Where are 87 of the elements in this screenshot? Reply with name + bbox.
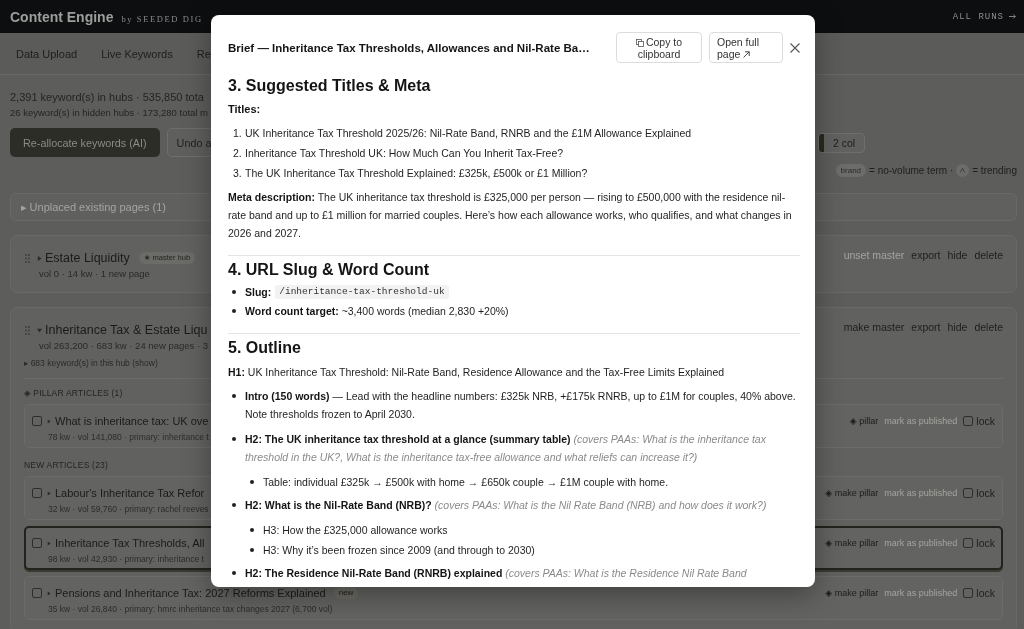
list-item-text: H3: How the £325,000 allowance works [263,523,449,538]
arrow-right-icon [1009,14,1016,19]
bullet-icon [250,480,254,484]
lock-label: lock [976,415,995,427]
list-item-text: H2: What is the Nil-Rate Band (NRB)? (covers PAAs: What is the Nil Rate Band (NRB) and how does it work?) [245,498,768,513]
bullet-icon [232,290,236,294]
copy-button[interactable]: Copy to clipboard [616,32,702,63]
view-toggle-option[interactable] [819,133,824,152]
copy-icon [635,38,644,47]
runs-menu[interactable]: ALL RUNS [952,11,1016,22]
paragraph: H1: UK Inheritance Tax Threshold: Nil-Rate Band, Residence Allowance and the Tax-Free Limits Explained [228,365,726,380]
pillar-button[interactable]: ◈ pillar [849,416,879,426]
close-icon[interactable] [790,42,800,53]
article-title: Inheritance Tax Thresholds, All [55,536,205,551]
caret-right-icon[interactable] [47,540,51,546]
lock-label: lock [976,487,995,499]
article-title: Labour's Inheritance Tax Refor [55,486,205,501]
caret-right-icon[interactable] [47,590,51,596]
bullet-icon [232,503,236,507]
item-label: Slug: [245,285,272,300]
bullet-icon [250,528,254,532]
view-toggle-option[interactable]: 2 col [824,133,865,152]
unplaced-pages-toggle[interactable]: ▸ Unplaced existing pages (1) [21,200,166,214]
hub-action-link[interactable]: hide [947,320,968,334]
caret-right-icon[interactable] [47,418,51,424]
article-title: What is inheritance tax: UK ove [55,414,209,429]
list-number: 2. [232,146,243,161]
hub-action-link[interactable]: delete [974,320,1003,334]
legend-text: = trending [972,165,1017,176]
bullet-icon [232,309,236,313]
code-snippet: /inheritance-tax-threshold-uk [275,285,449,299]
hub-title: Inheritance Tax & Estate Liqu [45,322,208,339]
section-heading: 5. Outline [228,338,302,358]
title-suggestion: The UK Inheritance Tax Threshold Explained: £325k, £500k or £1 Million? [245,166,588,181]
hub-action-link[interactable]: make master [843,320,905,334]
pillar-button[interactable]: ◈ make pillar [825,538,879,548]
list-item-text: Intro (150 words) — Lead with the headline numbers: £325k NRB, +£175k RNRB, up to £1M for couples, 40% above. Note thresholds frozen to April 2030. [245,389,797,422]
title-suggestion: Inheritance Tax Threshold UK: How Much Can You Inherit Tax-Free? [245,146,564,161]
app-title: Content Engine [10,8,114,25]
caret-right-icon[interactable] [37,255,42,261]
list-label: Titles: [228,102,262,117]
hub-action-link[interactable]: hide [947,248,968,262]
lock-label: lock [976,587,995,599]
list-item-text: H2: The UK inheritance tax threshold at a glance (summary table) (covers PAAs: What is the inheritance tax threshold in the UK?, What is the inheritance tax-free allowance and what reliefs can increase it?) [245,432,767,465]
hub-action-link[interactable]: export [911,320,941,334]
lock-checkbox[interactable] [963,538,974,548]
lock-checkbox[interactable] [963,488,974,498]
checkbox[interactable] [32,588,42,598]
legend-text: = no-volume term · [869,165,954,176]
lock-label: lock [976,537,995,549]
open-page-button[interactable]: Open full page [709,32,783,63]
bullet-icon [250,548,254,552]
hub-action-link[interactable]: export [911,248,941,262]
pillar-button[interactable]: ◈ make pillar [825,588,879,598]
list-number: 3. [232,166,243,181]
list-item-text: Word count target: ~3,400 words (median 2,830 +20%) [245,304,510,319]
drag-handle-icon[interactable] [25,253,30,263]
nav-tab[interactable]: Data Upload [16,47,78,60]
title-suggestion: UK Inheritance Tax Threshold 2025/26: Nil-Rate Band, RNRB and the £1M Allowance Explained [245,126,692,141]
section-heading: 4. URL Slug & Word Count [228,260,431,280]
pillar-button[interactable]: ◈ make pillar [825,488,879,498]
trending-icon [956,164,970,177]
checkbox[interactable] [32,538,42,548]
nav-tab[interactable]: Live Keywords [101,47,173,60]
paragraph: Meta description: The UK inheritance tax threshold is £325,000 per person — rising to £500,000 with the residence nil-rate band and up to £1 million for married couples. Here’s how each allowance works, who qualifies, and what changes in 2026 and 2027. [228,190,793,241]
nav-tab[interactable]: Re [196,47,211,60]
arrow-up-right-icon [743,50,751,58]
bullet-icon [232,394,236,398]
checkbox[interactable] [32,416,42,426]
drag-handle-icon[interactable] [25,325,30,335]
toolbar-button[interactable]: Re-allocate keywords (AI) [10,128,160,157]
byline: by SEEDED DIG [121,13,203,24]
bullet-icon [232,571,236,575]
lock-checkbox[interactable] [963,588,974,598]
list-item-text: H3: Why it’s been frozen since 2009 (and through to 2030) [263,543,536,558]
hub-action-link[interactable]: delete [974,248,1003,262]
caret-down-icon[interactable] [37,327,42,333]
bullet-icon [232,437,236,441]
hub-title: Estate Liquidity [45,250,130,267]
list-item-text: Table: individual £325k → £500k with home → £650k couple → £1M couple with home. [263,475,670,490]
article-title: Pensions and Inheritance Tax: 2027 Reforms Explained [55,586,326,601]
checkbox[interactable] [32,488,42,498]
section-heading: 3. Suggested Titles & Meta [228,76,432,96]
list-number: 1. [232,126,243,141]
caret-right-icon[interactable] [47,490,51,496]
lock-checkbox[interactable] [963,416,974,426]
dialog-title: Brief — Inheritance Tax Thresholds, Allowances and Nil-Rate Ba… [228,41,591,54]
